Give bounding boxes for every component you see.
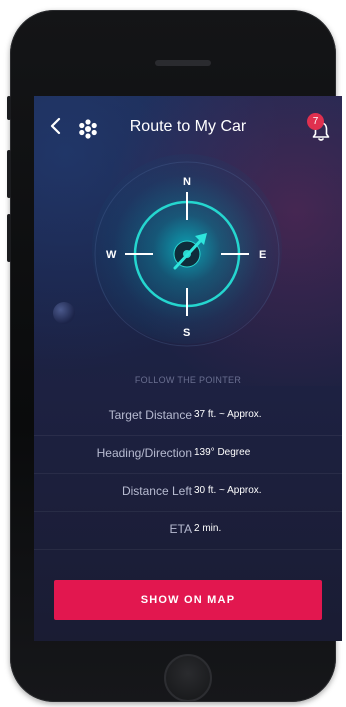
compass-north-label: N xyxy=(183,176,191,188)
compass-east-label: E xyxy=(259,249,267,261)
info-value: 2 min. xyxy=(194,523,222,534)
info-value: 37 ft. ~ Approx. xyxy=(194,409,262,420)
info-value: 30 ft. ~ Approx. xyxy=(194,485,262,496)
info-row-target-distance: Target Distance 37 ft. ~ Approx. xyxy=(34,398,342,436)
info-label: Heading/Direction xyxy=(96,446,192,460)
info-row-eta: ETA 2 min. xyxy=(34,512,342,550)
mute-switch xyxy=(7,96,11,120)
info-value: 139° Degree xyxy=(194,447,251,458)
app-screen: Route to My Car 7 N S W E FOLLOW THE POI… xyxy=(34,96,342,641)
volume-down-button xyxy=(7,214,11,262)
info-label: Distance Left xyxy=(121,484,192,498)
info-list: Target Distance 37 ft. ~ Approx. Heading… xyxy=(34,398,342,550)
compass-south-label: S xyxy=(183,327,191,339)
home-button[interactable] xyxy=(164,654,212,702)
volume-up-button xyxy=(7,150,11,198)
show-on-map-button[interactable]: SHOW ON MAP xyxy=(54,580,322,620)
phone-frame: Route to My Car 7 N S W E FOLLOW THE POI… xyxy=(7,10,342,702)
compass-west-label: W xyxy=(106,249,117,261)
info-row-heading: Heading/Direction 139° Degree xyxy=(34,436,342,474)
info-label: Target Distance xyxy=(108,408,192,422)
info-row-distance-left: Distance Left 30 ft. ~ Approx. xyxy=(34,474,342,512)
compass xyxy=(94,161,280,347)
instruction-label: FOLLOW THE POINTER xyxy=(134,375,242,385)
speaker xyxy=(155,60,211,66)
info-label: ETA xyxy=(169,522,192,536)
